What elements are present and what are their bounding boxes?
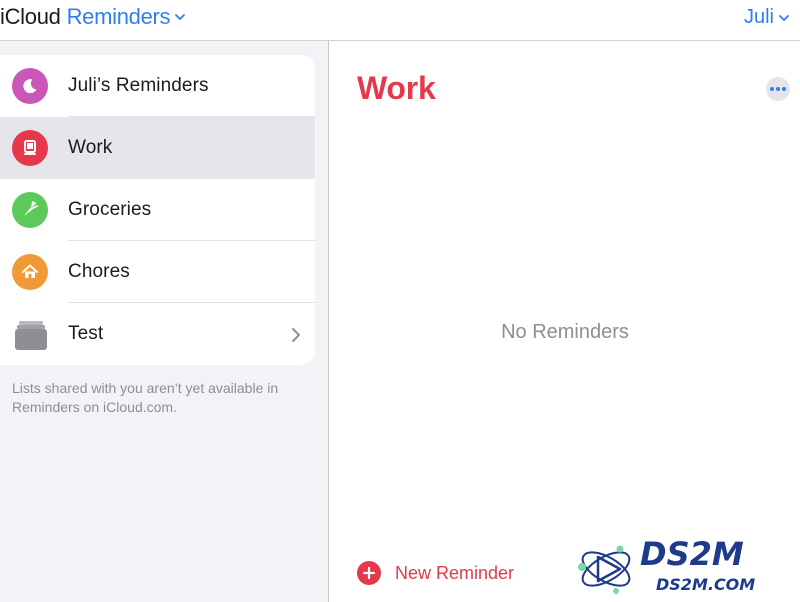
new-reminder-button[interactable]: New Reminder: [357, 561, 514, 585]
ellipsis-icon: [770, 87, 774, 91]
more-options-button[interactable]: [766, 77, 790, 101]
sidebar-group-test[interactable]: Test: [0, 303, 315, 365]
brand-label: iCloud: [0, 4, 61, 29]
chevron-down-icon[interactable]: [778, 12, 790, 24]
sidebar-item-work[interactable]: Work: [0, 117, 315, 179]
moon-icon: [12, 68, 48, 104]
user-name[interactable]: Juli: [744, 6, 774, 29]
my-lists: Juli’s Reminders Work Groceries Chores T…: [0, 55, 315, 365]
new-reminder-label: New Reminder: [395, 562, 515, 583]
carrot-icon: [12, 192, 48, 228]
top-bar: iCloud Reminders Juli: [0, 0, 800, 41]
user-menu[interactable]: Juli: [744, 6, 790, 29]
app-name[interactable]: Reminders: [67, 4, 171, 30]
sidebar-item-label: Test: [68, 323, 104, 344]
page-title: Work: [357, 70, 436, 106]
house-icon: [12, 254, 48, 290]
ellipsis-dot: [782, 87, 786, 91]
app-switcher[interactable]: iCloud Reminders: [0, 4, 186, 30]
plus-icon: [357, 561, 381, 585]
stack-icon: [14, 319, 48, 351]
watermark-logo-text: DS2M: [640, 535, 744, 573]
sidebar-item-label: Work: [68, 137, 113, 158]
laptop-icon: [12, 130, 48, 166]
sidebar-item-label: Juli’s Reminders: [68, 75, 209, 96]
sidebar: Juli’s Reminders Work Groceries Chores T…: [0, 41, 329, 602]
shared-lists-note: Lists shared with you aren’t yet availab…: [12, 380, 279, 415]
sidebar-item-label: Chores: [68, 261, 130, 282]
chevron-down-icon[interactable]: [174, 11, 186, 23]
empty-state: No Reminders: [501, 321, 629, 343]
sidebar-item-julis-reminders[interactable]: Juli’s Reminders: [0, 55, 315, 117]
watermark-logo: DS2M DS2M.COM: [576, 535, 796, 601]
list-detail: Work No Reminders New Reminder: [330, 41, 800, 602]
watermark-url-text: DS2M.COM: [656, 575, 755, 594]
chevron-right-icon[interactable]: [291, 327, 301, 343]
sidebar-item-groceries[interactable]: Groceries: [0, 179, 315, 241]
sidebar-item-label: Groceries: [68, 199, 152, 220]
sidebar-item-chores[interactable]: Chores: [0, 241, 315, 303]
ellipsis-dot: [776, 87, 780, 91]
